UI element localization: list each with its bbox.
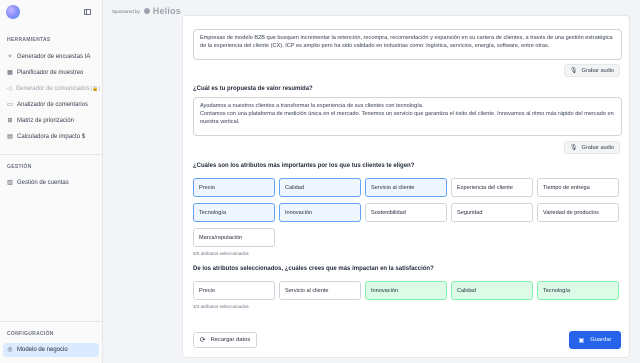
sidebar-item-announcement-generator[interactable]: ◁ Generador de comunicados (🔒) (3, 82, 101, 96)
sidebar-item-business-model[interactable]: ◎ Modelo de negocio (3, 343, 99, 357)
attribute-option-seguridad[interactable]: Seguridad (451, 203, 533, 222)
attributes-question: ¿Cuáles son los atributos más importante… (193, 163, 415, 169)
sparkle-icon: ✧ (7, 54, 13, 60)
record-audio-button[interactable]: 🎙 Grabar audio (564, 64, 620, 77)
sidebar-item-label: Planificador de muestreo (17, 70, 84, 76)
sponsor-logo[interactable]: Helios (143, 6, 181, 16)
grid-icon: ⊞ (7, 118, 13, 124)
attribute-option-servicio[interactable]: Servicio al cliente (365, 178, 447, 197)
value-prop-line: Contamos con una plataforma de medición … (200, 111, 614, 125)
impact-count: 3/3 atributos seleccionados (193, 304, 249, 309)
impact-question: De los atributos seleccionados, ¿cuáles … (193, 266, 434, 272)
value-prop-line: Ayudamos a nuestros clientes a transform… (200, 103, 424, 109)
reload-data-button[interactable]: ⟳ Recargar datos (193, 332, 257, 348)
impact-option-precio[interactable]: Precio (193, 281, 275, 300)
reload-label: Recargar datos (210, 337, 251, 343)
attribute-option-tiempo[interactable]: Tiempo de entrega (537, 178, 619, 197)
sidebar-item-comment-analyzer[interactable]: ▭ Analizador de comentarios (3, 98, 99, 112)
attribute-option-marca[interactable]: Marca/reputación (193, 228, 275, 247)
value-prop-textarea[interactable]: Ayudamos a nuestros clientes a transform… (193, 97, 622, 136)
sidebar-item-account-management[interactable]: ▥ Gestión de cuentas (3, 176, 99, 190)
record-audio-label: Grabar audio (581, 144, 615, 151)
attribute-option-precio[interactable]: Precio (193, 178, 275, 197)
sidebar-item-label: Gestión de cuentas (17, 180, 69, 186)
sponsored-by-label: Sponsored by (112, 8, 140, 14)
sidebar-item-sampling-planner[interactable]: ▦ Planificador de muestreo (3, 66, 99, 80)
save-label: Guardar (590, 337, 612, 343)
calculator-icon: ▤ (7, 134, 13, 140)
sidebar-item-label: Calculadora de impacto $ (17, 134, 86, 140)
building-icon: ▥ (7, 180, 13, 186)
save-button[interactable]: ▣ Guardar (569, 331, 621, 349)
app-logo[interactable] (6, 5, 20, 19)
microphone-icon: 🎙 (569, 145, 578, 151)
impact-option-servicio[interactable]: Servicio al cliente (279, 281, 361, 300)
sidebar-item-label: Generador de comunicados (15, 86, 90, 92)
megaphone-icon: ◁ (7, 86, 12, 92)
save-icon: ▣ (578, 337, 585, 344)
attribute-option-calidad[interactable]: Calidad (279, 178, 361, 197)
sponsor-name: Helios (152, 6, 181, 16)
sponsor-banner: Sponsored by Helios (112, 6, 181, 16)
attribute-option-innovacion[interactable]: Innovación (279, 203, 361, 222)
sidebar-toggle-icon[interactable] (84, 9, 91, 15)
sidebar-item-label: Analizador de comentarios (17, 102, 89, 108)
chat-icon: ▭ (7, 102, 13, 108)
sidebar-divider (0, 154, 102, 155)
attribute-option-sostenibilidad[interactable]: Sostenibilidad (365, 203, 447, 222)
config-section-title: CONFIGURACIÓN (7, 331, 54, 337)
impact-option-calidad[interactable]: Calidad (451, 281, 533, 300)
refresh-icon: ⟳ (199, 337, 206, 344)
sidebar-divider (0, 321, 102, 322)
impact-option-innovacion[interactable]: Innovación (365, 281, 447, 300)
sidebar-item-label: Generador de encuestas IA (17, 54, 91, 60)
sponsor-logo-icon (143, 8, 150, 14)
target-icon: ◎ (7, 347, 13, 353)
attributes-count: 5/5 atributos seleccionados (193, 251, 249, 256)
record-audio-button[interactable]: 🎙 Grabar audio (564, 141, 620, 154)
business-model-form: Empresas de modelo B2B que busquen incre… (182, 15, 630, 358)
sidebar-item-label: Modelo de negocio (17, 347, 68, 353)
microphone-icon: 🎙 (569, 68, 578, 74)
tools-section-title: HERRAMIENTAS (7, 37, 51, 43)
sidebar-item-priority-matrix[interactable]: ⊞ Matriz de priorización (3, 114, 99, 128)
sidebar-item-survey-generator[interactable]: ✧ Generador de encuestas IA (3, 50, 99, 64)
lock-badge: (🔒) (90, 86, 101, 92)
attribute-option-experiencia[interactable]: Experiencia del cliente (451, 178, 533, 197)
management-section-title: GESTIÓN (7, 164, 32, 170)
calendar-icon: ▦ (7, 70, 13, 76)
attribute-option-tecnologia[interactable]: Tecnología (193, 203, 275, 222)
sidebar-item-label: Matriz de priorización (17, 118, 75, 124)
record-audio-label: Grabar audio (581, 67, 615, 74)
attribute-option-variedad[interactable]: Variedad de productos (537, 203, 619, 222)
target-segment-textarea[interactable]: Empresas de modelo B2B que busquen incre… (193, 29, 622, 60)
sidebar-item-impact-calculator[interactable]: ▤ Calculadora de impacto $ (3, 130, 99, 144)
impact-option-tecnologia[interactable]: Tecnología (537, 281, 619, 300)
sidebar: HERRAMIENTAS ✧ Generador de encuestas IA… (0, 0, 103, 363)
value-prop-question: ¿Cuál es tu propuesta de valor resumida? (193, 86, 313, 92)
